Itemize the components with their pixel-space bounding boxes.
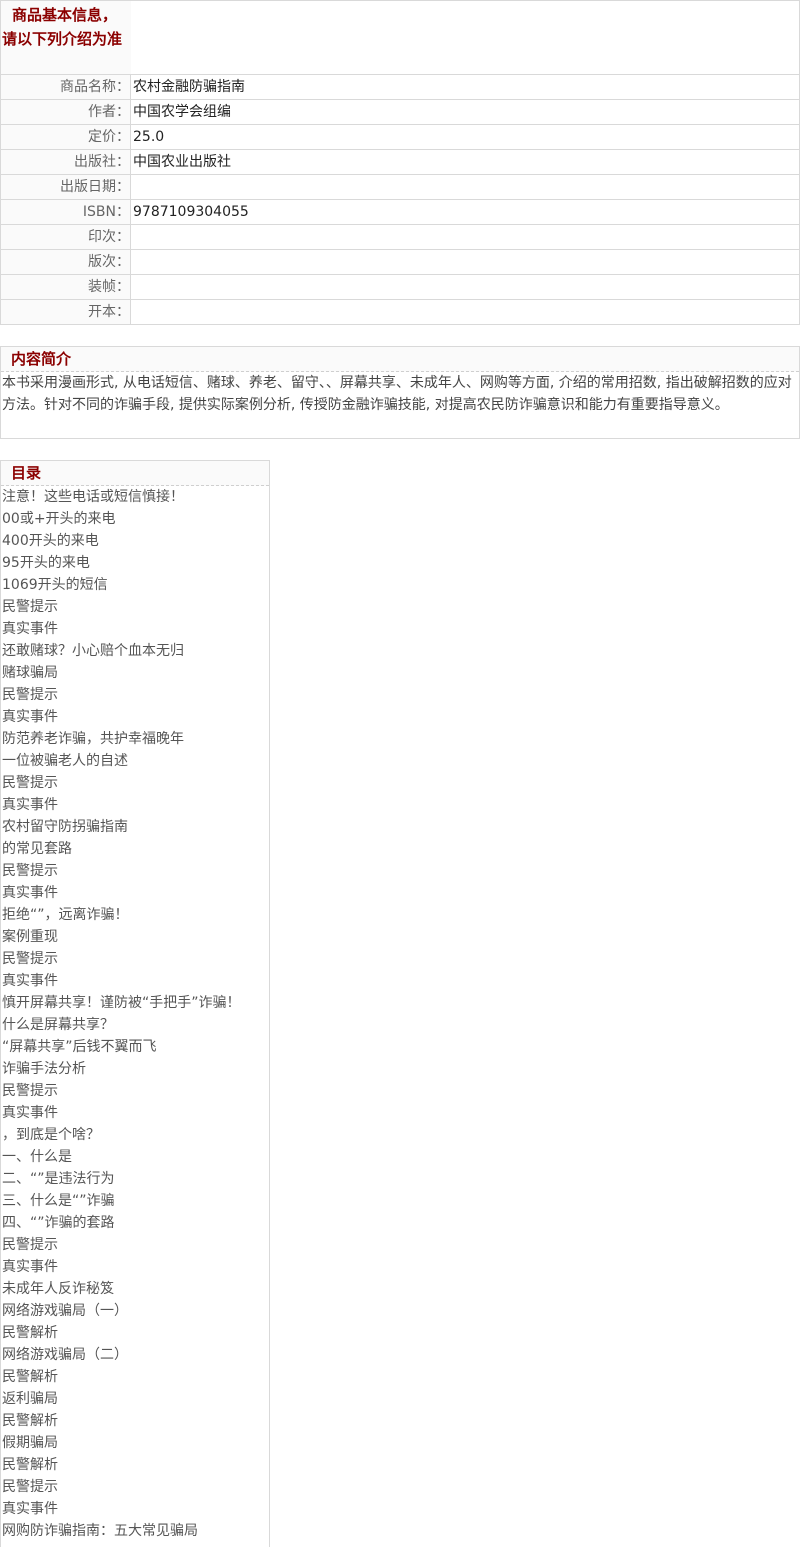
info-row: 出版日期：: [1, 174, 799, 199]
info-row: 版次：: [1, 249, 799, 274]
summary-header: 内容简介: [1, 347, 799, 372]
toc-item: 慎开屏幕共享！谨防被“手把手”诈骗！: [2, 995, 241, 1011]
toc-list: 注意！这些电话或短信慎接！ 00或+开头的来电 400开头的来电 95开头的来电 106…: [2, 486, 268, 1542]
toc-item: 民警提示: [2, 687, 58, 703]
info-label: 作者：: [1, 100, 131, 124]
toc-item: 真实事件: [2, 797, 58, 813]
toc-item: 民警提示: [2, 775, 58, 791]
info-title: 商品基本信息，请以下列介绍为准: [2, 6, 123, 48]
toc-item: 四、“”诈骗的套路: [2, 1215, 115, 1231]
toc-item: “屏幕共享”后钱不翼而飞: [2, 1039, 157, 1055]
toc-item: 真实事件: [2, 1105, 58, 1121]
toc-item: 注意！这些电话或短信慎接！: [2, 489, 184, 505]
info-row: 出版社： 中国农业出版社: [1, 149, 799, 174]
toc-item: 三、什么是“”诈骗: [2, 1193, 115, 1209]
info-value: 中国农学会组编: [133, 104, 231, 120]
info-label: 开本：: [1, 300, 131, 324]
info-label: 出版社：: [1, 150, 131, 174]
summary-section: 内容简介 本书采用漫画形式, 从电话短信、赌球、养老、留守、、屏幕共享、未成年人…: [0, 346, 800, 439]
toc-item: 民警提示: [2, 1479, 58, 1495]
toc-item: 未成年人反诈秘笈: [2, 1281, 114, 1297]
info-row: 印次：: [1, 224, 799, 249]
summary-text: 本书采用漫画形式, 从电话短信、赌球、养老、留守、、屏幕共享、未成年人、网购等方…: [2, 375, 792, 413]
toc-item: 00或+开头的来电: [2, 511, 116, 527]
toc-item: 什么是屏幕共享？: [2, 1017, 114, 1033]
toc-item: 赌球骗局: [2, 665, 58, 681]
toc-item: 民警提示: [2, 951, 58, 967]
toc-item: 案例重现: [2, 929, 58, 945]
summary-title: 内容简介: [11, 350, 72, 368]
toc-item: 的常见套路: [2, 841, 72, 857]
info-value: 农村金融防骗指南: [133, 79, 245, 95]
toc-item: 农村留守防拐骗指南: [2, 819, 128, 835]
info-label: 定价：: [1, 125, 131, 149]
toc-item: 民警提示: [2, 1083, 58, 1099]
info-row: 作者： 中国农学会组编: [1, 99, 799, 124]
toc-item: 民警解析: [2, 1457, 58, 1473]
toc-item: 真实事件: [2, 885, 58, 901]
product-info-table: 商品基本信息，请以下列介绍为准 商品名称： 农村金融防骗指南 作者： 中国农学会组编定…: [0, 0, 800, 325]
toc-item: 假期骗局: [2, 1435, 58, 1451]
info-label: 印次：: [1, 225, 131, 249]
toc-header: 目录: [1, 461, 269, 486]
info-label: 商品名称：: [1, 75, 131, 99]
toc-item: 民警提示: [2, 1237, 58, 1253]
toc-item: 真实事件: [2, 1259, 58, 1275]
toc-item: 还敢赌球？小心赔个血本无归: [2, 643, 184, 659]
toc-item: 民警解析: [2, 1369, 58, 1385]
toc-item: 返利骗局: [2, 1391, 58, 1407]
info-label: 版次：: [1, 250, 131, 274]
info-value: 9787109304055: [133, 204, 249, 220]
toc-item: 真实事件: [2, 621, 58, 637]
toc-item: 拒绝“”，远离诈骗！: [2, 907, 129, 923]
info-value: 中国农业出版社: [133, 154, 231, 170]
info-value: 25.0: [133, 129, 165, 145]
toc-item: 一位被骗老人的自述: [2, 753, 128, 769]
info-label: ISBN：: [1, 200, 131, 224]
toc-item: 民警解析: [2, 1325, 58, 1341]
toc-item: 一、什么是: [2, 1149, 72, 1165]
info-row: ISBN： 9787109304055: [1, 199, 799, 224]
toc-item: 真实事件: [2, 973, 58, 989]
toc-item: 网络游戏骗局（一）: [2, 1303, 128, 1319]
toc-item: 民警提示: [2, 599, 58, 615]
toc-item: 网购防诈骗指南：五大常见骗局: [2, 1523, 198, 1539]
toc-item: 二、“”是违法行为: [2, 1171, 115, 1187]
toc-item: 1069开头的短信: [2, 577, 108, 593]
info-row: 定价： 25.0: [1, 124, 799, 149]
toc-item: 民警解析: [2, 1413, 58, 1429]
toc-title: 目录: [11, 464, 42, 482]
toc-item: 网络游戏骗局（二）: [2, 1347, 128, 1363]
toc-item: 真实事件: [2, 1501, 58, 1517]
toc-section: 目录 注意！这些电话或短信慎接！ 00或+开头的来电 400开头的来电 95开头的来电…: [0, 460, 270, 1547]
toc-item: 诈骗手法分析: [2, 1061, 86, 1077]
toc-item: ，到底是个啥？: [2, 1127, 100, 1143]
info-header: 商品基本信息，请以下列介绍为准: [1, 1, 131, 74]
info-row: 商品名称： 农村金融防骗指南: [1, 74, 799, 99]
toc-item: 防范养老诈骗，共护幸福晚年: [2, 731, 184, 747]
info-row: 开本：: [1, 299, 799, 324]
toc-item: 400开头的来电: [2, 533, 99, 549]
info-row: 装帧：: [1, 274, 799, 299]
toc-item: 真实事件: [2, 709, 58, 725]
toc-item: 95开头的来电: [2, 555, 90, 571]
info-label: 装帧：: [1, 275, 131, 299]
info-label: 出版日期：: [1, 175, 131, 199]
toc-item: 民警提示: [2, 863, 58, 879]
